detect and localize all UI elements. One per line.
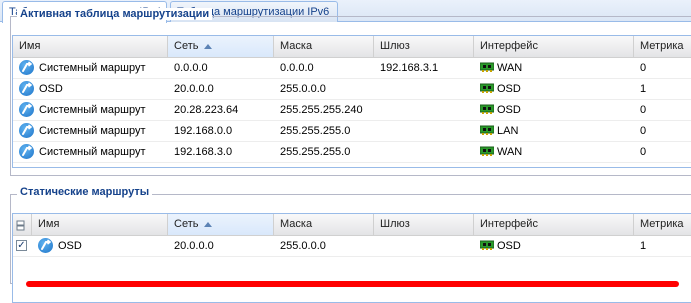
column-header-mask[interactable]: Маска	[274, 214, 374, 235]
route-mask: 255.255.255.0	[280, 125, 351, 137]
route-interface: OSD	[497, 240, 521, 252]
route-interface-cell: WAN	[474, 142, 634, 162]
route-network: 20.0.0.0	[174, 240, 214, 252]
route-gateway: 192.168.3.1	[380, 62, 439, 74]
route-icon	[19, 143, 34, 159]
column-header-gateway[interactable]: Шлюз	[374, 36, 474, 57]
static-routes-grid: Имя Сеть Маска Шлюз Интерфейс Метрика ✓ O…	[12, 213, 691, 303]
route-metric: 1	[640, 240, 647, 252]
route-name-cell: Системный маршрут	[13, 121, 168, 141]
column-header-name[interactable]: Имя	[32, 214, 168, 235]
highlight-underline	[26, 281, 679, 287]
active-routes-grid: Имя Сеть Маска Шлюз Интерфейс Метрика Си…	[12, 35, 691, 168]
route-mask: 0.0.0.0	[280, 62, 314, 74]
route-interface: WAN	[497, 146, 523, 158]
route-interface-cell: OSD	[474, 79, 634, 99]
column-header-network[interactable]: Сеть	[168, 214, 274, 235]
grid-header: Имя Сеть Маска Шлюз Интерфейс Метрика	[13, 214, 691, 236]
table-row[interactable]: ✓ OSD 20.0.0.0 255.0.0.0 OSD 1	[13, 236, 691, 257]
network-card-icon	[480, 62, 494, 73]
route-name-cell: Системный маршрут	[13, 58, 168, 78]
route-gateway	[374, 79, 474, 99]
route-mask: 255.0.0.0	[280, 240, 326, 252]
column-header-metric[interactable]: Метрика	[634, 36, 691, 57]
route-interface-cell: OSD	[474, 100, 634, 120]
route-name: Системный маршрут	[39, 125, 146, 137]
route-interface: OSD	[497, 104, 521, 116]
route-metric: 1	[640, 83, 647, 95]
route-metric: 0	[640, 125, 647, 137]
column-header-mask[interactable]: Маска	[274, 36, 374, 57]
route-name: Системный маршрут	[39, 104, 146, 116]
route-name: Системный маршрут	[39, 146, 146, 158]
network-card-icon	[480, 104, 494, 115]
network-card-icon	[480, 240, 494, 251]
table-row[interactable]: Системный маршрут 0.0.0.0 0.0.0.0 192.168.3…	[13, 58, 691, 79]
column-header-gateway[interactable]: Шлюз	[374, 214, 474, 235]
sort-ascending-icon	[204, 43, 213, 49]
network-card-icon	[480, 146, 494, 157]
route-network: 192.168.3.0	[174, 146, 233, 158]
route-interface: OSD	[497, 83, 521, 95]
route-icon	[19, 122, 34, 138]
column-header-metric[interactable]: Метрика	[634, 214, 691, 235]
route-mask: 255.255.255.240	[280, 104, 363, 116]
network-card-icon	[480, 83, 494, 94]
column-header-network-label: Сеть	[174, 218, 199, 230]
table-row[interactable]: OSD 20.0.0.0 255.0.0.0 OSD 1	[13, 79, 691, 100]
route-name: OSD	[39, 83, 63, 95]
route-interface-cell: OSD	[474, 236, 634, 256]
static-routes-title: Статические маршруты	[17, 186, 153, 198]
route-metric: 0	[640, 62, 647, 74]
sort-ascending-icon	[204, 221, 213, 227]
route-name-cell: Системный маршрут	[13, 100, 168, 120]
route-network: 0.0.0.0	[174, 62, 208, 74]
grid-header: Имя Сеть Маска Шлюз Интерфейс Метрика	[13, 36, 691, 58]
row-checkbox-cell[interactable]: ✓	[13, 236, 32, 256]
column-header-interface[interactable]: Интерфейс	[474, 36, 634, 57]
route-gateway	[374, 142, 474, 162]
route-gateway	[374, 236, 474, 256]
active-routes-title: Активная таблица маршрутизации	[17, 8, 213, 20]
route-name-cell: OSD	[13, 79, 168, 99]
route-network: 192.168.0.0	[174, 125, 233, 137]
route-mask: 255.0.0.0	[280, 83, 326, 95]
route-name: Системный маршрут	[39, 62, 146, 74]
route-network: 20.28.223.64	[174, 104, 239, 116]
route-gateway	[374, 121, 474, 141]
route-icon	[19, 101, 34, 117]
route-gateway	[374, 100, 474, 120]
route-enabled-checkbox[interactable]: ✓	[16, 239, 27, 251]
checkbox-column-icon	[16, 218, 25, 231]
table-row[interactable]: Системный маршрут 192.168.3.0 255.255.255.…	[13, 142, 691, 163]
network-card-icon	[480, 125, 494, 136]
column-header-enabled[interactable]	[13, 214, 32, 235]
route-name-cell: OSD	[32, 236, 168, 256]
route-metric: 0	[640, 146, 647, 158]
column-header-interface[interactable]: Интерфейс	[474, 214, 634, 235]
route-interface-cell: WAN	[474, 58, 634, 78]
route-name: OSD	[58, 240, 82, 252]
route-icon	[38, 237, 53, 253]
route-network: 20.0.0.0	[174, 83, 214, 95]
route-interface-cell: LAN	[474, 121, 634, 141]
route-name-cell: Системный маршрут	[13, 142, 168, 162]
route-mask: 255.255.255.0	[280, 146, 351, 158]
table-row[interactable]: Системный маршрут 20.28.223.64 255.255.255…	[13, 100, 691, 121]
table-row[interactable]: Системный маршрут 192.168.0.0 255.255.255.…	[13, 121, 691, 142]
route-interface: WAN	[497, 62, 523, 74]
column-header-name[interactable]: Имя	[13, 36, 168, 57]
column-header-network[interactable]: Сеть	[168, 36, 274, 57]
column-header-network-label: Сеть	[174, 40, 199, 52]
route-icon	[19, 59, 34, 75]
route-metric: 0	[640, 104, 647, 116]
route-interface: LAN	[497, 125, 519, 137]
route-icon	[19, 80, 34, 96]
